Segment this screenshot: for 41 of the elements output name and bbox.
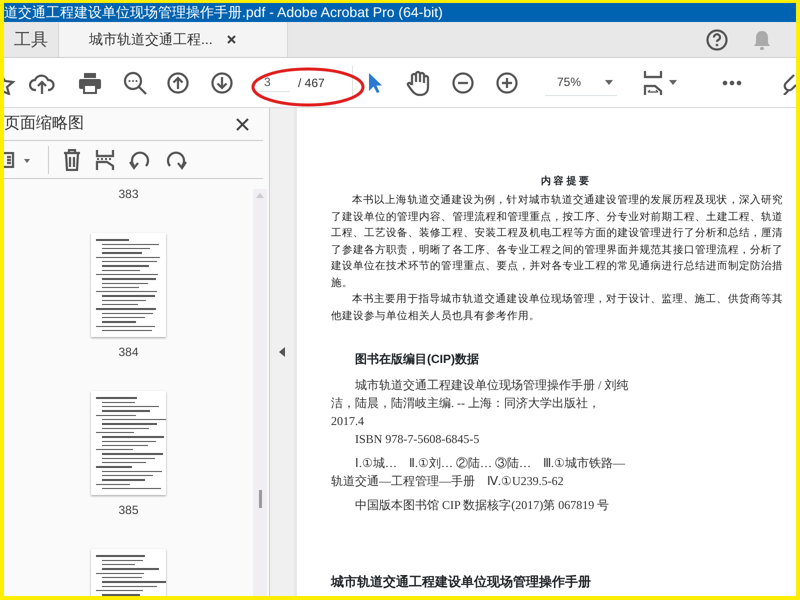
paragraph: Ⅰ.①城… Ⅱ.①刘… ②陆… ③陆… Ⅲ.①城市铁路—轨道交通—工程管理—手册 Ⅳ.①U239.5-62 xyxy=(331,455,626,490)
page-label: 384 xyxy=(118,344,139,362)
zoom-dropdown[interactable]: 75% xyxy=(545,70,617,96)
hand-icon[interactable] xyxy=(406,70,430,96)
page-thumbnail[interactable] xyxy=(91,233,166,338)
section-heading: 内 容 提 要 xyxy=(540,174,590,189)
more-icon[interactable] xyxy=(722,80,742,86)
collapse-arrow-icon[interactable] xyxy=(279,347,285,357)
trash-icon[interactable] xyxy=(63,148,81,171)
help-icon[interactable] xyxy=(706,28,728,50)
arrow-down-icon[interactable] xyxy=(211,72,233,94)
close-icon[interactable] xyxy=(236,118,249,131)
paragraph: 本书主要用于指导城市轨道交通建设单位现场管理，对于设计、监理、施工、供货商等其他建设参与单位相关人员也具有参考作用。 xyxy=(331,292,783,324)
arrow-up-icon[interactable] xyxy=(167,72,189,94)
close-icon[interactable] xyxy=(226,35,236,44)
page-label: 385 xyxy=(118,502,139,520)
paragraph: 中国版本图书馆 CIP 数据核字(2017)第 067819 号 xyxy=(354,497,610,514)
window-title: 道交通工程建设单位现场管理操作手册.pdf - Adobe Acrobat Pro (64-bit) xyxy=(4,3,796,22)
page-label: 383 xyxy=(118,186,139,204)
paragraph: 本书以上海轨道交通建设为例，针对城市轨道交通建设管理的发展历程及现状，深入研究了建设单位的管理内容、管理流程和管理重点，按工序、分专业对前期工程、土建工程、轨道工程、工艺设备、装修工程、安装工程及机电工程等方面的建设管理进行了分析和总结，厘清了参建各方职责，明晰了各工序、各专业工程之间的管理界面并规范其接口管理流程，分析了建设单位在技术环节的管理重点、要点，并对各专业工程的常见通病进行总结进而制定防治措施。 xyxy=(331,193,783,290)
zoom-in-icon[interactable] xyxy=(496,72,518,94)
zoom-search-icon[interactable] xyxy=(123,70,147,94)
rotate-left-icon[interactable] xyxy=(129,148,151,171)
rotate-right-icon[interactable] xyxy=(165,148,187,171)
page-number-field[interactable]: 3 xyxy=(260,73,290,92)
paragraph: 城市轨道交通工程建设单位现场管理操作手册 / 刘纯洁，陆晨，陆渭岐主编. -- 上海：同济大学出版社，2017.4 xyxy=(331,377,630,430)
page-count: / 467 xyxy=(298,74,326,92)
book-title: 城市轨道交通工程建设单位现场管理操作手册 xyxy=(331,573,592,591)
paragraph: ISBN 978-7-5608-6845-5 xyxy=(354,431,480,448)
pointer-icon[interactable] xyxy=(368,72,382,94)
fit-page-icon[interactable] xyxy=(643,70,677,96)
tab[interactable]: 工具 xyxy=(4,22,58,57)
tab[interactable]: 城市轨道交通工程... xyxy=(58,22,288,57)
page-thumbnail[interactable] xyxy=(91,391,166,496)
scrollbar[interactable] xyxy=(253,189,267,596)
print-icon[interactable] xyxy=(78,72,102,94)
caret-icon xyxy=(605,80,613,84)
section-heading: 图书在版编目(CIP)数据 xyxy=(355,351,480,368)
insert-pages-icon[interactable] xyxy=(95,148,115,171)
zoom-out-icon[interactable] xyxy=(452,72,474,94)
panel-title: 页面缩略图 xyxy=(4,114,84,134)
